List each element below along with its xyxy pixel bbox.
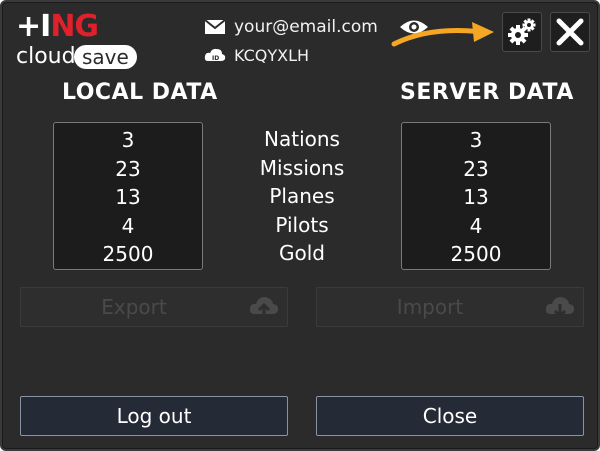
logout-button[interactable]: Log out [20, 396, 288, 436]
envelope-icon [204, 18, 226, 36]
label-pilots: Pilots [275, 212, 329, 237]
close-x-button[interactable] [550, 12, 590, 52]
import-button[interactable]: Import [316, 287, 584, 327]
cloud-upload-icon [249, 297, 279, 317]
label-planes: Planes [269, 184, 335, 208]
logo-cloud-word: cloud [16, 44, 76, 69]
local-pilots: 4 [121, 213, 135, 238]
server-missions: 23 [463, 156, 489, 181]
close-icon [556, 18, 584, 46]
server-data-box: 3 23 13 4 2500 [401, 122, 551, 270]
gears-icon [508, 18, 536, 45]
local-missions: 23 [115, 156, 141, 181]
label-gold: Gold [279, 241, 325, 265]
id-row: ID KCQYXLH [204, 46, 309, 65]
close-button[interactable]: Close [316, 396, 584, 436]
local-data-box: 3 23 13 4 2500 [53, 122, 203, 270]
export-button[interactable]: Export [20, 287, 288, 327]
account-email: your@email.com [234, 17, 378, 37]
server-data-title: SERVER DATA [400, 80, 574, 105]
cloud-save-dialog: +ING cloud save your@email.com ID KCQYXL… [0, 0, 600, 451]
local-data-title: LOCAL DATA [62, 80, 218, 105]
svg-text:ID: ID [212, 55, 219, 62]
local-nations: 3 [121, 128, 135, 152]
logo-brand: +ING [16, 9, 99, 44]
server-planes: 13 [463, 185, 489, 209]
logo: +ING cloud save [16, 9, 137, 70]
server-pilots: 4 [469, 213, 483, 238]
account-code: KCQYXLH [234, 46, 310, 65]
logo-save-word: save [74, 45, 137, 69]
arrow-icon [391, 22, 494, 47]
cloud-download-icon [545, 297, 575, 319]
server-gold: 2500 [450, 242, 502, 266]
label-missions: Missions [259, 155, 345, 180]
local-gold: 2500 [102, 242, 154, 266]
email-row: your@email.com [204, 17, 378, 37]
export-label: Export [101, 295, 167, 319]
data-labels: Nations Missions Planes Pilots Gold [232, 125, 372, 268]
server-nations: 3 [469, 128, 483, 152]
id-card-icon: ID [204, 47, 226, 65]
label-nations: Nations [264, 127, 340, 151]
settings-button[interactable] [502, 12, 542, 52]
local-planes: 13 [115, 185, 141, 209]
import-label: Import [396, 295, 464, 319]
